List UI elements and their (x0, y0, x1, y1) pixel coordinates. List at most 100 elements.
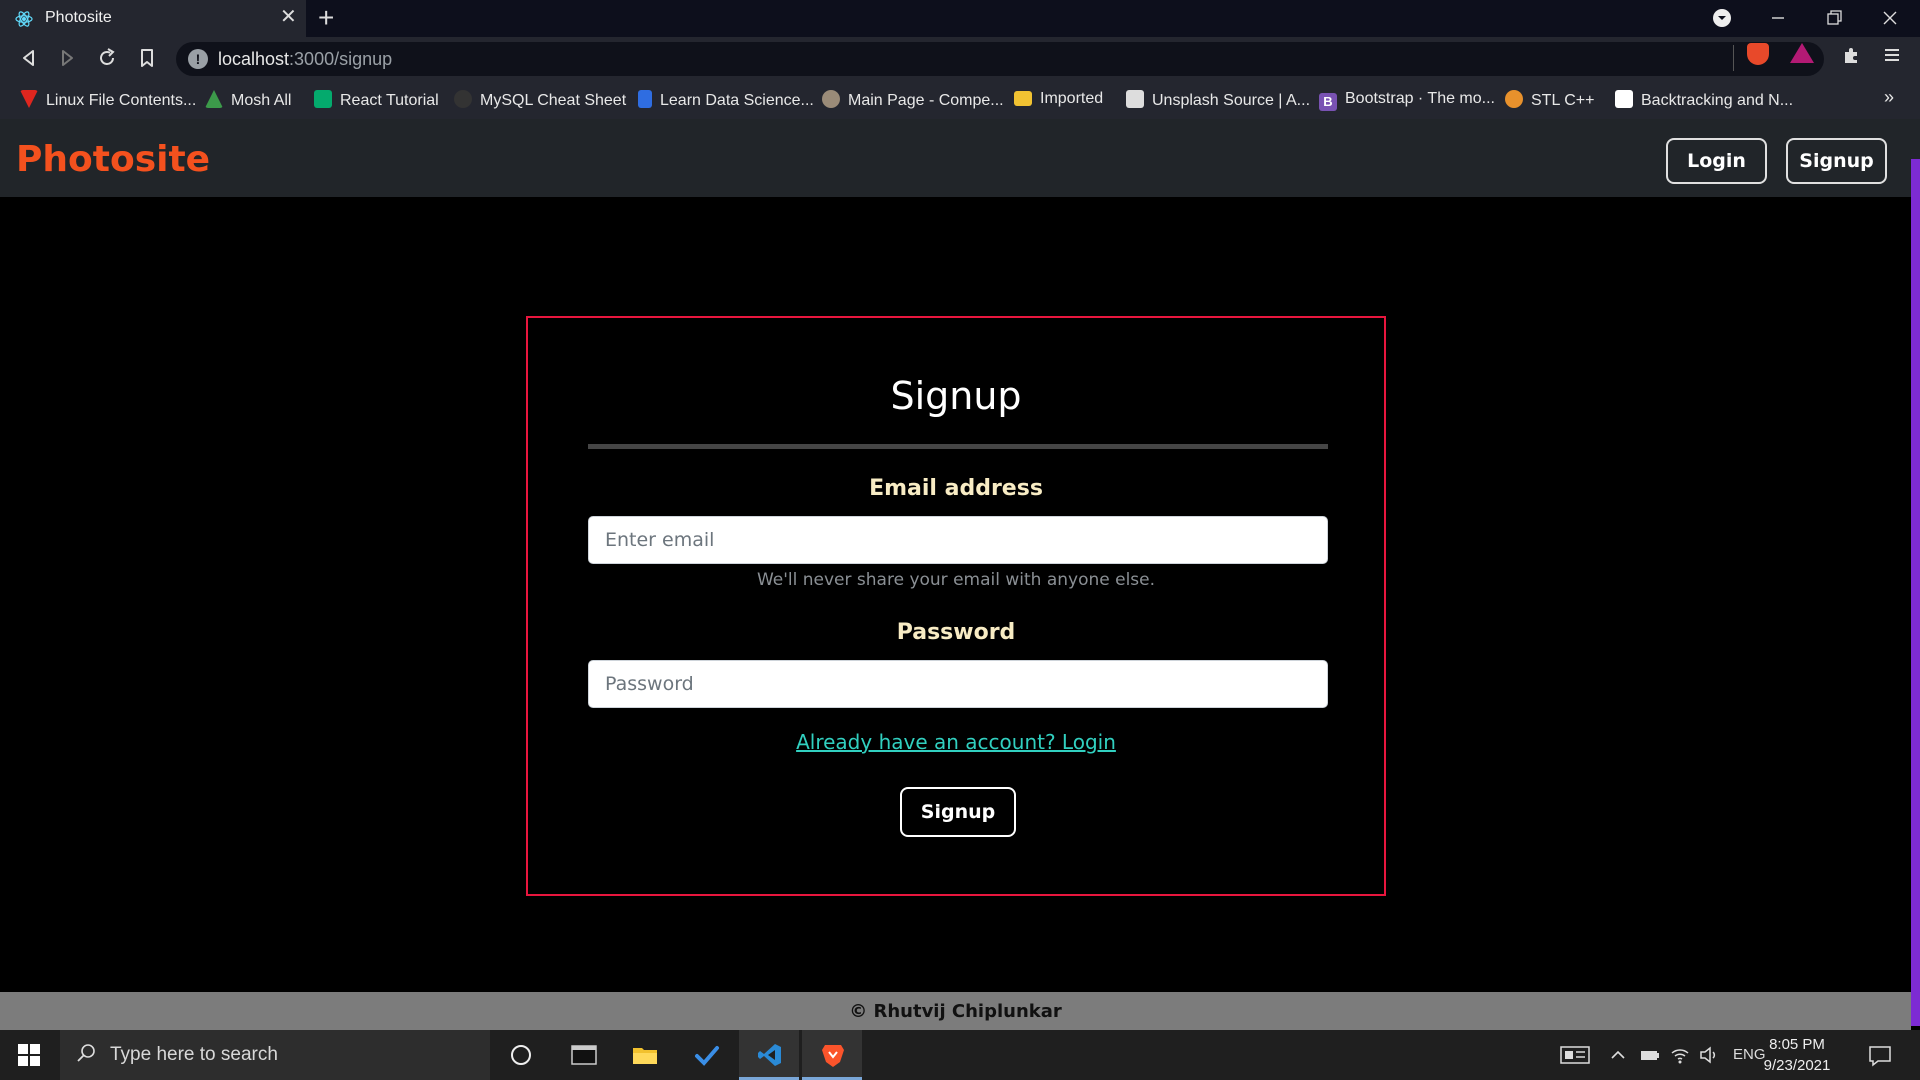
bookmark-item[interactable]: Unsplash Source | A... (1126, 90, 1310, 110)
github-icon (454, 90, 472, 108)
nav-signup-button[interactable]: Signup (1786, 138, 1887, 184)
file-explorer-taskbar-button[interactable] (614, 1030, 674, 1080)
bookmark-item[interactable]: Main Page - Compe... (822, 90, 1004, 110)
site-footer: © Rhutvij Chiplunkar (0, 992, 1911, 1030)
bookmark-label: Backtracking and N... (1641, 92, 1794, 109)
folder-icon (633, 1048, 657, 1064)
wifi-icon[interactable] (1670, 1045, 1690, 1065)
windows-start-icon[interactable] (18, 1044, 40, 1066)
title-divider (588, 444, 1328, 449)
bookmark-item[interactable]: Backtracking and N... (1615, 90, 1793, 110)
vscode-icon (758, 1044, 781, 1066)
url-text[interactable]: localhost:3000/signup (218, 49, 392, 70)
close-window-icon[interactable] (1880, 8, 1900, 28)
bookmarks-bar: Linux File Contents... Mosh All React Tu… (0, 81, 1920, 119)
site-brand[interactable]: Photosite (16, 139, 210, 180)
bookmark-label: React Tutorial (340, 92, 439, 109)
search-icon (77, 1044, 95, 1062)
password-label: Password (896, 620, 1016, 645)
reload-icon[interactable] (94, 45, 120, 71)
bookmark-item[interactable]: B Bootstrap · The mo... (1319, 90, 1495, 111)
back-icon[interactable] (16, 45, 42, 71)
terminal-icon (571, 1045, 597, 1065)
bootstrap-icon: B (1319, 93, 1337, 111)
chevron-up-icon[interactable] (1610, 1045, 1626, 1065)
volume-icon[interactable] (1698, 1045, 1718, 1065)
windows-taskbar: Type here to search ENG 8:05 PM 9/23/202… (0, 1030, 1920, 1080)
login-link-text[interactable]: Already have an account? Login (796, 730, 1116, 754)
battery-icon[interactable] (1640, 1045, 1660, 1065)
checkmark-icon (695, 1046, 719, 1066)
bookmark-label: STL C++ (1531, 92, 1595, 109)
wiki-icon (822, 90, 840, 108)
bookmark-label: Unsplash Source | A... (1152, 92, 1311, 109)
brave-rewards-icon[interactable] (1790, 43, 1814, 63)
email-help-text: We'll never share your email with anyone… (756, 570, 1156, 590)
unsplash-icon (1126, 90, 1144, 108)
linux-bookmark-icon (20, 90, 38, 108)
email-label: Email address (869, 476, 1043, 501)
extensions-icon[interactable] (1841, 45, 1861, 65)
nav-login-button[interactable]: Login (1666, 138, 1767, 184)
menu-icon[interactable] (1882, 45, 1902, 65)
cortana-button[interactable] (490, 1030, 550, 1080)
news-widget-icon[interactable] (1560, 1045, 1590, 1065)
tab-title: Photosite (45, 9, 112, 26)
close-tab-icon[interactable]: ✕ (280, 7, 297, 27)
bookmark-item[interactable]: React Tutorial (314, 90, 439, 110)
browser-tab-photosite[interactable]: Photosite ✕ (0, 0, 306, 37)
terminal-taskbar-button[interactable] (553, 1030, 613, 1080)
signup-card: Signup Email address We'll never share y… (526, 316, 1386, 896)
bookmark-label: Bootstrap · The mo... (1345, 90, 1495, 107)
vscode-taskbar-button[interactable] (739, 1030, 799, 1080)
folder-icon (1014, 91, 1032, 106)
footer-copyright: © Rhutvij Chiplunkar (849, 1001, 1062, 1022)
address-bar[interactable]: ! localhost:3000/signup (176, 42, 1824, 76)
email-input[interactable] (588, 516, 1328, 564)
browser-tab-bar: Photosite ✕ + (0, 0, 1920, 37)
todo-taskbar-button[interactable] (676, 1030, 736, 1080)
minimize-icon[interactable] (1768, 8, 1788, 28)
notifications-icon[interactable] (1868, 1045, 1892, 1067)
password-input[interactable] (588, 660, 1328, 708)
brave-shields-icon[interactable] (1747, 43, 1769, 65)
leetcode-icon (1615, 90, 1633, 108)
clock-time: 8:05 PM (1769, 1036, 1825, 1053)
forward-icon[interactable] (54, 45, 80, 71)
taskbar-search[interactable]: Type here to search (60, 1030, 490, 1080)
signup-submit-button[interactable]: Signup (900, 787, 1016, 837)
google-drive-icon (205, 90, 223, 108)
scrollbar[interactable] (1911, 159, 1920, 1026)
bookmark-item[interactable]: MySQL Cheat Sheet (454, 90, 626, 110)
gfg-icon (1505, 90, 1523, 108)
react-favicon-icon (15, 11, 33, 27)
clock-date: 9/23/2021 (1763, 1057, 1831, 1074)
new-tab-button[interactable]: + (318, 4, 334, 32)
toolbar-divider (1733, 45, 1734, 71)
bookmark-label: Mosh All (231, 92, 292, 109)
bookmark-label: Linux File Contents... (46, 92, 197, 109)
brave-taskbar-button[interactable] (802, 1030, 862, 1080)
bookmark-item[interactable]: Linux File Contents... (20, 90, 196, 110)
search-placeholder: Type here to search (110, 1044, 278, 1065)
system-clock[interactable]: 8:05 PM 9/23/2021 (1752, 1034, 1842, 1076)
login-link: Already have an account? Login (528, 730, 1384, 754)
restore-icon[interactable] (1824, 8, 1844, 28)
site-navbar: Photosite Login Signup (0, 119, 1920, 197)
bookmark-item[interactable]: STL C++ (1505, 90, 1594, 110)
url-host: localhost (218, 49, 290, 69)
site-info-icon[interactable]: ! (188, 49, 208, 69)
bookmark-icon[interactable] (134, 45, 160, 71)
bookmarks-overflow-button[interactable]: » (1884, 87, 1894, 108)
bookmark-item[interactable]: Mosh All (205, 90, 291, 110)
bookmark-label: Imported (1040, 90, 1104, 107)
tab-search-icon[interactable] (1712, 8, 1732, 28)
w3schools-icon (314, 90, 332, 108)
url-path: :3000/signup (289, 49, 393, 69)
bookmark-item[interactable]: Imported (1014, 90, 1103, 108)
bookmark-label: MySQL Cheat Sheet (480, 92, 627, 109)
bookmark-item[interactable]: Learn Data Science... (638, 90, 814, 110)
docs-icon (638, 90, 652, 108)
signup-title: Signup (890, 374, 1022, 418)
bookmark-label: Main Page - Compe... (848, 92, 1004, 109)
